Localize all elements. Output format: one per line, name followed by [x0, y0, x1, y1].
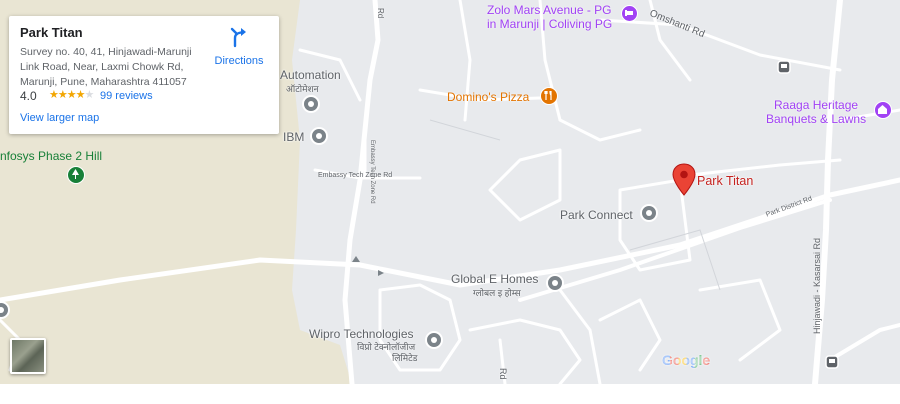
park-icon[interactable]: [67, 166, 85, 184]
hotel-icon[interactable]: [621, 5, 638, 22]
map-view[interactable]: Omshanti Rd Rd Embassy Tech Zone Rd Emba…: [0, 0, 900, 384]
directions-icon: [230, 27, 246, 48]
bus-stop-icon: [825, 355, 839, 369]
poi-zolo-line2: in Marunji | Coliving PG: [487, 17, 613, 31]
poi-raaga-line1: Raaga Heritage: [774, 98, 859, 112]
park-titan-pin-icon[interactable]: [672, 163, 696, 197]
poi-ibm-label[interactable]: IBM: [283, 130, 304, 144]
poi-wipro-sub2: लिमिटेड: [392, 353, 418, 363]
road-label-rd-bottom: Rd: [498, 368, 508, 380]
poi-dominos-label[interactable]: Domino's Pizza: [447, 90, 529, 104]
road-label-rd-small: Rd: [376, 8, 385, 19]
google-logo: Google: [662, 352, 710, 368]
poi-automation-label[interactable]: Automation: [280, 68, 341, 82]
reviews-link[interactable]: 99 reviews: [100, 90, 153, 102]
poi-park-titan-label[interactable]: Park Titan: [697, 174, 753, 188]
poi-global-e-homes-sub: ग्लोबल इ होम्स: [473, 288, 521, 298]
poi-zolo-line1: Zolo Mars Avenue - PG: [487, 3, 612, 17]
place-rating-value: 4.0: [20, 89, 37, 103]
star-icon: ★★★★: [49, 89, 85, 101]
poi-automation-pin[interactable]: [302, 95, 320, 113]
food-icon[interactable]: [540, 87, 558, 105]
poi-park-connect-label[interactable]: Park Connect: [560, 208, 633, 222]
poi-park-connect-pin[interactable]: [640, 204, 658, 222]
star-empty-icon: ★: [84, 89, 94, 101]
poi-wipro-label[interactable]: Wipro Technologies: [309, 327, 414, 341]
place-address: Survey no. 40, 41, Hinjawadi-Marunji Lin…: [20, 46, 192, 88]
poi-infosys-label[interactable]: nfosys Phase 2 Hill: [0, 149, 102, 163]
google-logo-text: Google: [662, 352, 711, 368]
poi-automation-sub: ऑटोमेशन: [286, 84, 319, 94]
poi-zolo-label[interactable]: Zolo Mars Avenue - PG in Marunji | Coliv…: [487, 3, 612, 31]
road-label-hinjawadi-kasarsai: Hinjawadi - Kasarsai Rd: [812, 237, 822, 334]
poi-raaga-line2: Banquets & Lawns: [766, 112, 867, 126]
satellite-toggle[interactable]: [10, 338, 46, 374]
bus-stop-icon: [777, 60, 791, 74]
view-larger-map-link[interactable]: View larger map: [20, 112, 99, 124]
poi-wipro-pin[interactable]: [425, 331, 443, 349]
directions-button[interactable]: Directions: [213, 26, 265, 67]
venue-icon[interactable]: [874, 101, 892, 119]
road-label-embassy-vertical: Embassy Tech Zone Rd: [369, 140, 375, 204]
road-label-embassy: Embassy Tech Zone Rd: [318, 172, 393, 179]
poi-ibm-pin[interactable]: [310, 127, 328, 145]
directions-label: Directions: [214, 55, 264, 67]
place-title: Park Titan: [20, 25, 83, 40]
poi-raaga-label[interactable]: Raaga Heritage Banquets & Lawns: [766, 98, 866, 126]
poi-global-e-homes-label[interactable]: Global E Homes: [451, 272, 538, 286]
place-info-card: Park Titan Survey no. 40, 41, Hinjawadi-…: [9, 16, 279, 134]
rating-stars: ★★★★★: [49, 88, 94, 101]
poi-global-e-homes-pin[interactable]: [546, 274, 564, 292]
